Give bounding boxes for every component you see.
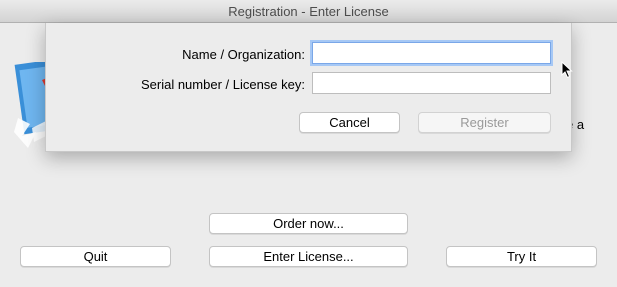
window-title: Registration - Enter License bbox=[0, 0, 617, 23]
try-it-button[interactable]: Try It bbox=[446, 246, 597, 267]
serial-number-field[interactable] bbox=[312, 72, 551, 94]
register-button[interactable]: Register bbox=[418, 112, 551, 133]
name-organization-field[interactable] bbox=[312, 42, 551, 64]
mouse-pointer-icon bbox=[561, 61, 573, 79]
enter-license-button[interactable]: Enter License... bbox=[209, 246, 408, 267]
serial-number-label: Serial number / License key: bbox=[140, 77, 305, 92]
order-now-button[interactable]: Order now... bbox=[209, 213, 408, 234]
name-organization-label: Name / Organization: bbox=[182, 47, 305, 62]
cancel-button[interactable]: Cancel bbox=[299, 112, 400, 133]
quit-button[interactable]: Quit bbox=[20, 246, 171, 267]
enter-license-sheet: Name / Organization: Serial number / Lic… bbox=[45, 23, 572, 152]
registration-window: Registration - Enter License e a Order n… bbox=[0, 0, 617, 287]
